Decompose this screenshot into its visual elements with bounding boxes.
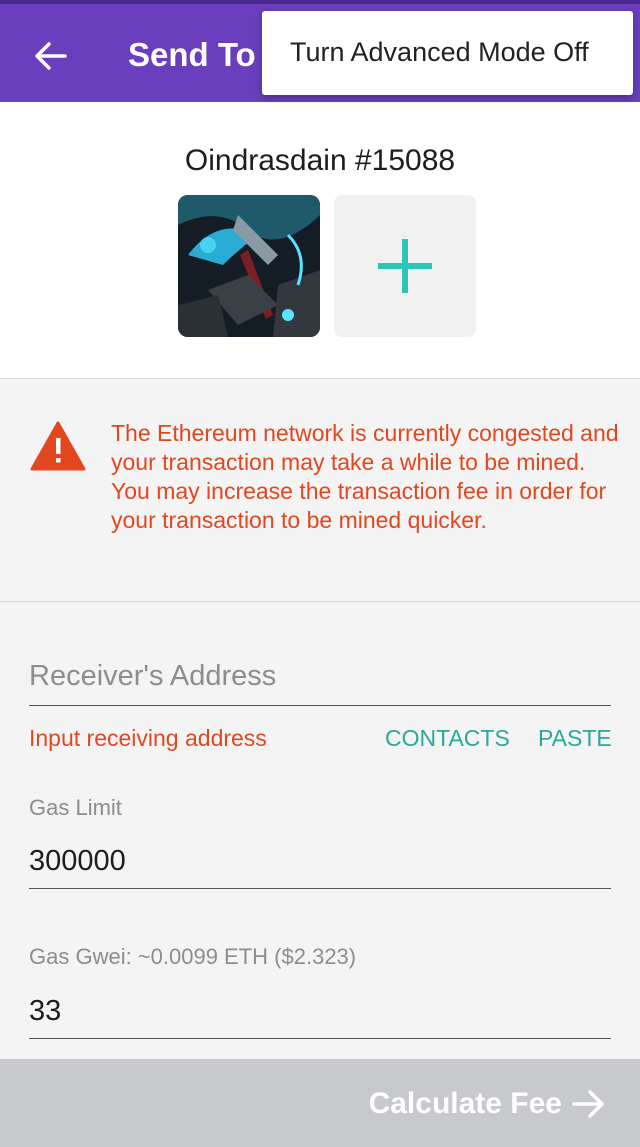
- nft-panel: Oindrasdain #15088: [0, 102, 640, 379]
- gas-gwei-label: Gas Gwei: ~0.0099 ETH ($2.323): [29, 944, 357, 969]
- arrow-right-icon: [572, 1090, 604, 1118]
- page-title: Send To: [128, 36, 256, 73]
- arrow-left-icon: [35, 42, 67, 70]
- add-nft-button[interactable]: [334, 195, 476, 337]
- turn-advanced-mode-off-menu-item[interactable]: Turn Advanced Mode Off: [290, 37, 589, 68]
- receiver-address-error: Input receiving address: [29, 725, 267, 751]
- gas-limit-label: Gas Limit: [29, 795, 122, 820]
- calculate-fee-label: Calculate Fee: [368, 1087, 562, 1120]
- nft-name: Oindrasdain #15088: [184, 144, 456, 177]
- calculate-fee-button[interactable]: Calculate Fee: [0, 1059, 640, 1147]
- back-button[interactable]: [28, 34, 72, 78]
- overflow-menu: Turn Advanced Mode Off: [262, 11, 633, 95]
- receiver-address-input[interactable]: Receiver's Address: [29, 660, 611, 706]
- plus-icon: [378, 239, 432, 293]
- paste-button[interactable]: PASTE: [538, 725, 612, 752]
- warning-message: The Ethereum network is currently conges…: [111, 420, 619, 533]
- congestion-warning: The Ethereum network is currently conges…: [0, 379, 640, 602]
- gas-limit-input[interactable]: 300000: [29, 845, 611, 889]
- nft-artwork-image: [178, 195, 320, 337]
- contacts-button[interactable]: CONTACTS: [385, 725, 510, 752]
- gas-gwei-input[interactable]: 33: [29, 995, 611, 1039]
- nft-thumbnail[interactable]: [178, 195, 320, 337]
- warning-triangle-icon: [30, 421, 86, 471]
